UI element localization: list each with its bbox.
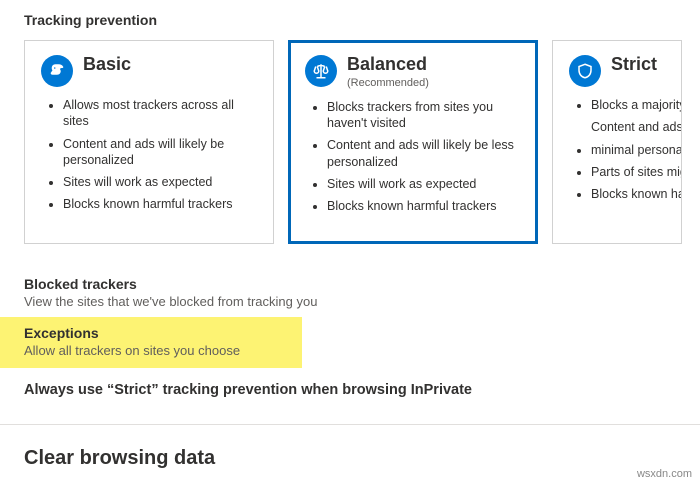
card-strict[interactable]: Strict Blocks a majority of t Content an… xyxy=(552,40,682,244)
card-title: Balanced xyxy=(347,55,429,75)
bullet: minimal personalizati xyxy=(591,142,665,158)
bullet: Blocks known harmfu xyxy=(591,186,665,202)
card-head: Strict xyxy=(569,55,665,87)
bullet: Blocks trackers from sites you haven't v… xyxy=(327,99,521,132)
card-title: Basic xyxy=(83,55,131,75)
tracking-level-cards: Basic Allows most trackers across all si… xyxy=(24,40,700,244)
card-basic[interactable]: Basic Allows most trackers across all si… xyxy=(24,40,274,244)
card-balanced[interactable]: Balanced (Recommended) Blocks trackers f… xyxy=(288,40,538,244)
exceptions-row[interactable]: Exceptions Allow all trackers on sites y… xyxy=(0,317,302,368)
shield-icon xyxy=(569,55,601,87)
card-bullets: Allows most trackers across all sites Co… xyxy=(41,97,257,213)
row-title: Blocked trackers xyxy=(24,276,700,292)
card-subtitle: (Recommended) xyxy=(347,77,429,89)
bullet: Blocks a majority of t xyxy=(591,97,665,113)
blocked-trackers-row[interactable]: Blocked trackers View the sites that we'… xyxy=(24,266,700,317)
scales-icon xyxy=(305,55,337,87)
card-bullets: Blocks trackers from sites you haven't v… xyxy=(305,99,521,215)
card-title: Strict xyxy=(611,55,657,75)
row-desc: Allow all trackers on sites you choose xyxy=(24,343,288,358)
bullet: Content and ads will likely be personali… xyxy=(63,136,257,169)
bullet: Content and ads will xyxy=(569,119,665,135)
row-desc: View the sites that we've blocked from t… xyxy=(24,294,700,309)
watermark: wsxdn.com xyxy=(637,468,692,480)
row-title: Exceptions xyxy=(24,325,288,341)
bullet: Blocks known harmful trackers xyxy=(327,198,521,214)
clear-browsing-data-title: Clear browsing data xyxy=(24,447,700,470)
card-bullets: Blocks a majority of t Content and ads w… xyxy=(569,97,665,202)
squirrel-icon xyxy=(41,55,73,87)
card-head: Balanced (Recommended) xyxy=(305,55,521,89)
bullet: Content and ads will likely be less pers… xyxy=(327,137,521,170)
bullet: Allows most trackers across all sites xyxy=(63,97,257,130)
section-title: Tracking prevention xyxy=(24,12,700,28)
divider xyxy=(0,424,700,425)
bullet: Sites will work as expected xyxy=(327,176,521,192)
always-strict-inprivate-row[interactable]: Always use “Strict” tracking prevention … xyxy=(24,372,700,406)
card-head: Basic xyxy=(41,55,257,87)
bullet: Parts of sites might n xyxy=(591,164,665,180)
bullet: Sites will work as expected xyxy=(63,174,257,190)
bullet: Blocks known harmful trackers xyxy=(63,196,257,212)
row-title: Always use “Strict” tracking prevention … xyxy=(24,382,700,398)
